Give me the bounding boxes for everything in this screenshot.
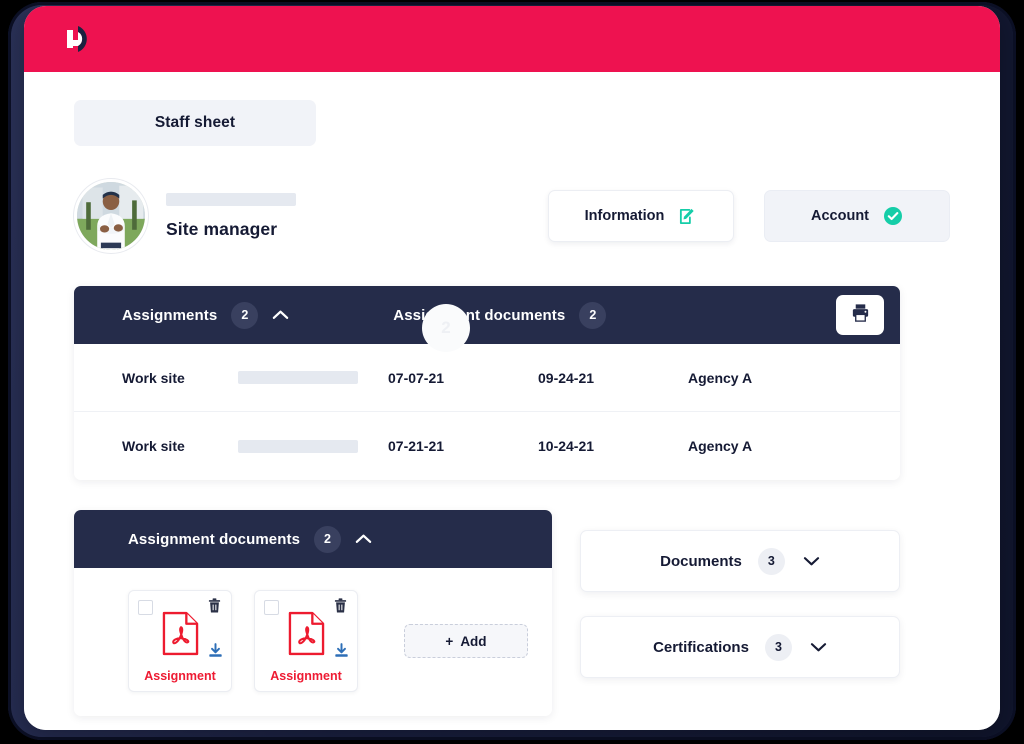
row-start-date: 07-21-21 <box>388 438 445 454</box>
document-card-label: Assignment <box>270 669 342 683</box>
profile-name-redacted <box>166 192 296 206</box>
profile-actions: Information Account <box>548 190 950 242</box>
information-button-label: Information <box>584 208 665 224</box>
tab-staff-sheet-label: Staff sheet <box>154 114 236 131</box>
assignments-count-badge: 2 <box>231 301 259 329</box>
document-card[interactable]: Assignment <box>128 590 232 692</box>
row-redacted <box>238 371 388 384</box>
printer-icon <box>850 302 871 328</box>
print-button[interactable] <box>836 295 884 335</box>
document-card[interactable]: Assignment <box>254 590 358 692</box>
assignments-title-group: Assignments 2 <box>122 301 289 329</box>
chevron-up-icon[interactable] <box>272 309 289 321</box>
certifications-panel-label: Certifications <box>653 638 749 656</box>
plus-icon: + <box>445 633 454 649</box>
app-header-bar <box>24 6 1000 72</box>
documents-panel[interactable]: Documents 3 <box>580 530 900 592</box>
profile-text: Site manager <box>166 192 296 240</box>
row-agency: Agency A <box>688 369 753 386</box>
page-content: 2 Staff sheet Site manager Information A… <box>24 72 1000 730</box>
avatar[interactable] <box>74 179 148 253</box>
assignments-panel: Assignments 2 Assignment documents 2 Wor… <box>74 286 900 480</box>
application-window: 2 Staff sheet Site manager Information A… <box>24 6 1000 730</box>
row-agency: Agency A <box>688 438 753 454</box>
account-button[interactable]: Account <box>764 190 950 242</box>
row-end-date: 09-24-21 <box>538 369 595 386</box>
row-type: Work site <box>122 369 185 386</box>
assignment-documents-header-group: Assignment documents 2 <box>128 525 372 553</box>
assignment-documents-panel-header: Assignment documents 2 <box>74 510 552 568</box>
certifications-panel[interactable]: Certifications 3 <box>580 616 900 678</box>
assignment-documents-list: Assignment Assignment + Add <box>74 568 552 716</box>
row-end-date: 10-24-21 <box>538 438 595 454</box>
table-row[interactable]: Work site 07-21-21 10-24-21 Agency A <box>74 412 900 480</box>
chevron-down-icon[interactable] <box>810 641 827 653</box>
assignments-title: Assignments <box>122 306 218 324</box>
assignment-documents-panel-count: 2 <box>314 525 342 553</box>
assignment-documents-title-group: Assignment documents 2 <box>393 301 607 329</box>
add-document-label: Add <box>460 633 487 649</box>
account-button-label: Account <box>811 208 869 224</box>
assignment-documents-count-badge: 2 <box>579 301 607 329</box>
assignment-documents-panel-title: Assignment documents <box>128 530 301 548</box>
certifications-panel-count: 3 <box>764 633 792 661</box>
assignments-panel-header: Assignments 2 Assignment documents 2 <box>74 286 900 344</box>
side-panels: Documents 3 Certifications 3 <box>580 510 900 678</box>
assignment-documents-title: Assignment documents <box>393 306 566 324</box>
row-redacted <box>238 439 388 453</box>
add-document-button[interactable]: + Add <box>404 624 528 658</box>
bottom-section: Assignment documents 2 Assignment Assign… <box>74 510 950 716</box>
row-start-date: 07-07-21 <box>388 369 445 386</box>
assignment-documents-panel: Assignment documents 2 Assignment Assign… <box>74 510 552 716</box>
information-button[interactable]: Information <box>548 190 734 242</box>
document-card-label: Assignment <box>144 669 216 683</box>
table-row[interactable]: Work site 07-07-21 09-24-21 Agency A <box>74 344 900 412</box>
d-logo-icon[interactable] <box>58 20 96 58</box>
profile-role: Site manager <box>166 218 278 239</box>
chevron-up-icon[interactable] <box>355 533 372 545</box>
download-icon[interactable] <box>208 643 223 663</box>
check-circle-icon <box>883 206 903 226</box>
app-frame: 2 Staff sheet Site manager Information A… <box>0 0 1024 744</box>
edit-square-icon <box>678 207 697 226</box>
profile-row: Site manager Information Account <box>74 178 950 254</box>
documents-panel-count: 3 <box>757 547 785 575</box>
tab-staff-sheet[interactable]: Staff sheet <box>74 100 316 146</box>
chevron-down-icon[interactable] <box>803 555 820 567</box>
download-icon[interactable] <box>334 643 349 663</box>
row-type: Work site <box>122 438 185 454</box>
tab-bar: Staff sheet <box>74 72 950 146</box>
documents-panel-label: Documents <box>660 552 742 570</box>
